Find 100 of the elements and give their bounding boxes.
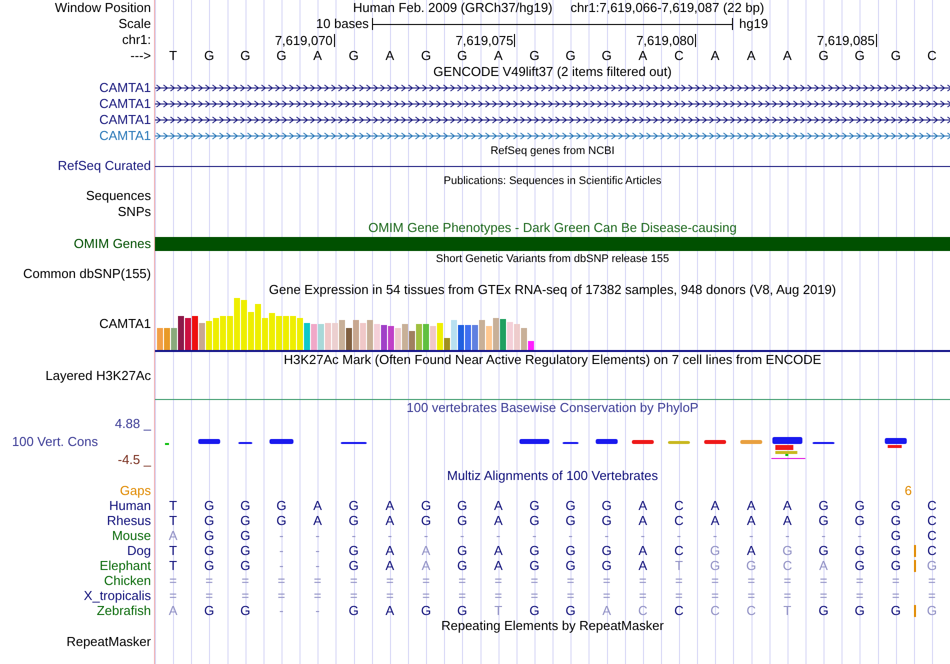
aligned-base: - xyxy=(784,528,791,543)
aligned-base: G xyxy=(817,543,830,558)
aligned-base: = xyxy=(385,588,395,603)
aligned-base: A xyxy=(492,558,504,573)
aligned-base: A xyxy=(420,543,432,558)
aligned-base: G xyxy=(456,513,468,528)
aligned-base: = xyxy=(602,588,612,603)
base-letter: G xyxy=(275,48,288,64)
aligned-base: = xyxy=(746,588,756,603)
aligned-base: = xyxy=(276,588,286,603)
aligned-base: G xyxy=(854,543,866,558)
aligned-base: - xyxy=(278,528,285,543)
aligned-base: A xyxy=(492,498,504,513)
aligned-base: = xyxy=(457,573,467,588)
base-letter: G xyxy=(854,48,866,64)
base-letter: G xyxy=(817,48,830,64)
aligned-base: G xyxy=(456,543,468,558)
gene-label[interactable]: CAMTA1 xyxy=(99,112,151,127)
aligned-base: G xyxy=(456,498,468,513)
gene-label[interactable]: CAMTA1 xyxy=(99,96,151,111)
aligned-base: = xyxy=(348,588,359,603)
aligned-base: = xyxy=(602,573,612,588)
aligned-base: A xyxy=(312,498,323,513)
track-label: RefSeq Curated xyxy=(58,158,151,173)
aligned-base: G xyxy=(564,513,577,528)
base-letter: G xyxy=(890,48,902,64)
aligned-base: C xyxy=(746,603,757,618)
coordinate-tick: 7,619,085 xyxy=(816,34,877,47)
aligned-base: A xyxy=(312,513,323,528)
aligned-base: G xyxy=(528,543,540,558)
aligned-base: G xyxy=(854,603,866,618)
aligned-base: = xyxy=(204,588,214,603)
aligned-base: G xyxy=(456,558,468,573)
aligned-base: A xyxy=(710,498,720,513)
aligned-base: = xyxy=(710,588,720,603)
aligned-base: G xyxy=(600,513,613,528)
aligned-base: G xyxy=(564,603,577,618)
gene-label[interactable]: CAMTA1 xyxy=(99,80,151,95)
aligned-base: G xyxy=(854,558,866,573)
aligned-base: G xyxy=(420,603,432,618)
aligned-base: C xyxy=(673,513,685,528)
aligned-base: - xyxy=(278,558,285,573)
base-letter: A xyxy=(492,48,504,64)
expression-bars-drawing[interactable] xyxy=(155,298,535,350)
aligned-base: - xyxy=(712,528,718,543)
scale-length: 10 bases xyxy=(315,16,370,32)
track-title: Repeating Elements by RepeatMasker xyxy=(441,618,664,633)
species-label: Dog xyxy=(127,543,151,558)
aligned-base: T xyxy=(168,543,178,558)
base-letter: A xyxy=(746,48,757,64)
aligned-base: G xyxy=(926,603,938,618)
gene-label[interactable]: CAMTA1 xyxy=(99,128,151,143)
aligned-base: - xyxy=(314,543,321,558)
aligned-base: G xyxy=(203,498,216,513)
coordinate-tick: 7,619,070 xyxy=(274,34,335,47)
aligned-base: A xyxy=(384,513,396,528)
aligned-base: = xyxy=(854,588,864,603)
track-title: Multiz Alignments of 100 Vertebrates xyxy=(446,468,658,483)
aligned-base: G xyxy=(420,498,432,513)
aligned-base: A xyxy=(746,498,757,513)
scale-assembly: hg19 xyxy=(738,16,770,32)
aligned-base: G xyxy=(348,558,360,573)
base-letter: C xyxy=(926,48,938,64)
aligned-base: G xyxy=(528,498,540,513)
aligned-base: G xyxy=(600,543,613,558)
aligned-base: G xyxy=(854,513,866,528)
aligned-base: C xyxy=(926,528,938,543)
aligned-base: = xyxy=(493,588,504,603)
aligned-base: = xyxy=(927,573,937,588)
aligned-base: = xyxy=(530,573,540,588)
species-label: X_tropicalis xyxy=(84,588,151,603)
aligned-base: G xyxy=(528,558,540,573)
aligned-base: A xyxy=(638,543,648,558)
aligned-base: G xyxy=(203,513,216,528)
aligned-base: T xyxy=(674,558,684,573)
aligned-base: - xyxy=(314,558,321,573)
gap-count: 6 xyxy=(904,484,913,498)
aligned-base: = xyxy=(566,573,576,588)
aligned-base: C xyxy=(926,498,938,513)
base-letter: G xyxy=(239,48,252,64)
aligned-base: A xyxy=(168,528,178,543)
aligned-base: A xyxy=(818,558,829,573)
aligned-base: = xyxy=(421,573,431,588)
track-title: Gene Expression in 54 tissues from GTEx RNA-seq of 17382 samples, 948 donors (V8, Aug 2019) xyxy=(268,282,836,297)
aligned-base: G xyxy=(890,603,902,618)
axis-min-label: -4.5 _ xyxy=(116,452,151,468)
aligned-base: - xyxy=(567,528,574,543)
aligned-base: G xyxy=(528,603,540,618)
aligned-base: = xyxy=(240,588,250,603)
aligned-base: A xyxy=(746,543,757,558)
aligned-base: - xyxy=(386,528,394,543)
aligned-base: G xyxy=(348,498,360,513)
aligned-base: G xyxy=(203,603,216,618)
aligned-base: G xyxy=(890,528,902,543)
aligned-base: G xyxy=(564,558,577,573)
track-title: OMIM Gene Phenotypes - Dark Green Can Be Disease-causing xyxy=(368,220,737,235)
aligned-base: G xyxy=(239,498,252,513)
species-label: Rhesus xyxy=(106,513,151,528)
aligned-base: G xyxy=(420,513,432,528)
coordinate-tick: 7,619,075 xyxy=(456,34,516,47)
